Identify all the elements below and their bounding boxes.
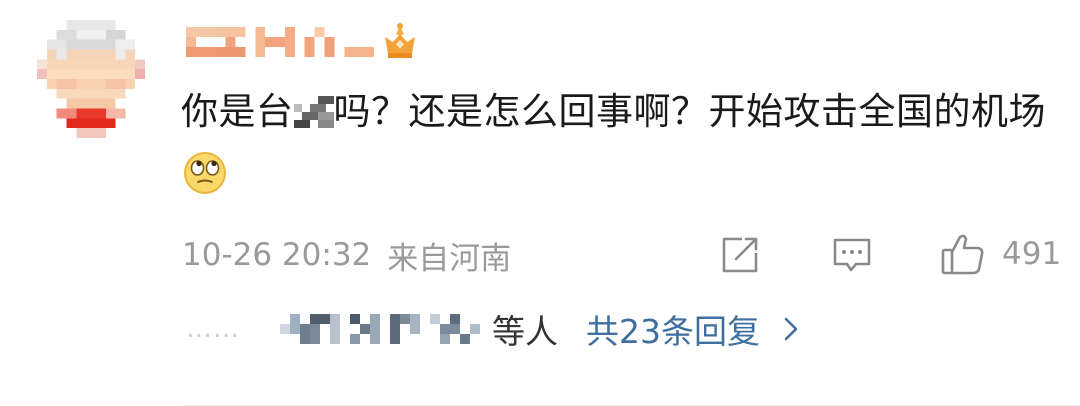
- reply-dots: ……: [186, 314, 240, 344]
- comment-text-part2: 吗？还是怎么回事啊？开始攻击全国的机场: [333, 90, 1046, 133]
- comment-text: 你是台 吗？还是怎么回事啊？开始攻击全国的机场: [181, 80, 1071, 206]
- user-avatar[interactable]: [36, 20, 146, 138]
- comment-icon[interactable]: [830, 233, 874, 277]
- comment-meta: 10-26 20:32 来自河南: [182, 232, 511, 278]
- reply-etc-label: 等人: [492, 312, 558, 351]
- crown-badge-icon: [385, 23, 415, 58]
- chevron-right-icon: [784, 317, 798, 341]
- like-count: 491: [1002, 236, 1062, 272]
- share-icon[interactable]: [718, 233, 762, 277]
- username-row: [186, 18, 420, 66]
- view-replies-link[interactable]: 共23条回复: [586, 305, 800, 353]
- comment-timestamp: 10-26 20:32: [182, 237, 372, 273]
- comment-text-part1: 你是台: [181, 90, 294, 133]
- replier-names-mosaic: [280, 314, 480, 344]
- username-mosaic[interactable]: [186, 27, 374, 57]
- comment-location: 来自河南: [387, 240, 512, 277]
- reply-count-label: 共23条回复: [586, 312, 760, 351]
- rolling-eyes-emoji-icon: [184, 152, 226, 194]
- reply-summary[interactable]: …… 等人 共23条回复: [186, 304, 800, 354]
- thumbs-up-icon: [941, 234, 984, 275]
- like-button[interactable]: 491: [940, 230, 1061, 278]
- censored-text-mosaic: [293, 96, 334, 128]
